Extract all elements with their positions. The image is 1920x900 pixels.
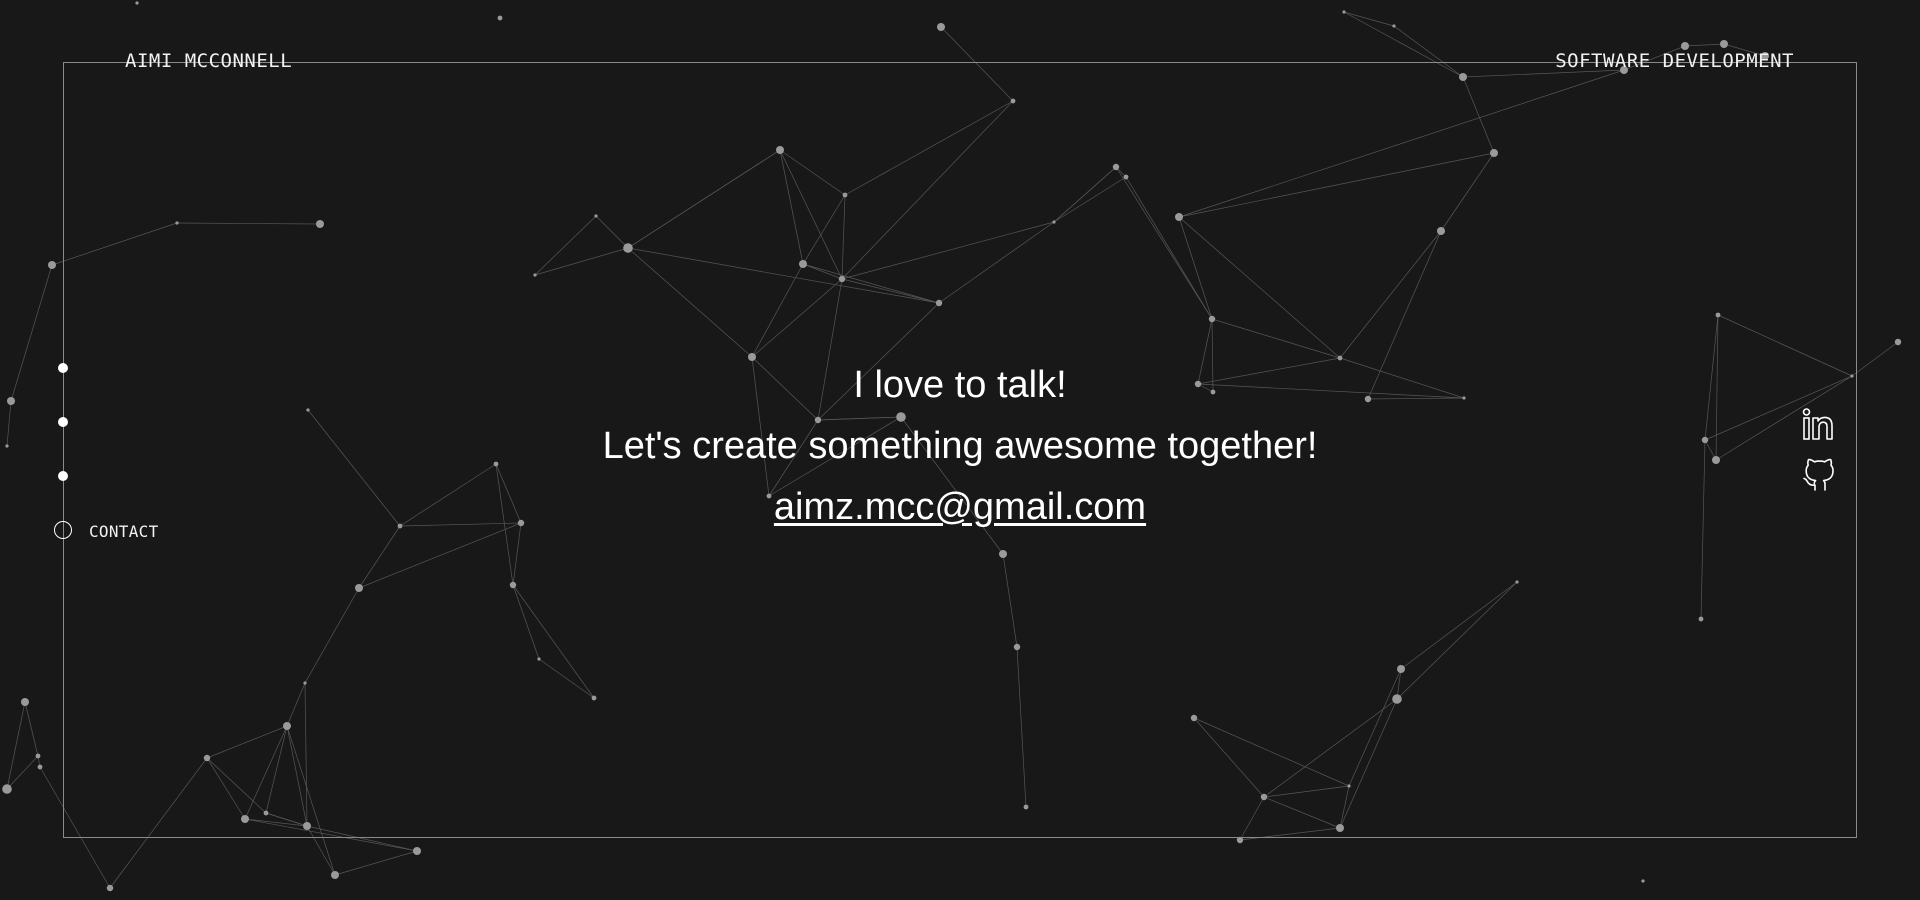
site-tagline: SOFTWARE DEVELOPMENT [1555, 50, 1794, 72]
email-link-container: aimz.mcc@gmail.com [0, 486, 1920, 529]
brand-name[interactable]: AIMI MCCONNELL [125, 50, 292, 72]
nav-dot-section-3[interactable] [58, 471, 68, 481]
linkedin-icon [1802, 408, 1833, 440]
github-icon [1803, 458, 1834, 491]
linkedin-link[interactable] [1800, 405, 1840, 445]
github-link[interactable] [1800, 455, 1840, 495]
hero-subheading: Let's create something awesome together! [602, 425, 1318, 467]
hero-heading: I love to talk! [853, 364, 1067, 406]
email-link[interactable]: aimz.mcc@gmail.com [774, 486, 1146, 528]
